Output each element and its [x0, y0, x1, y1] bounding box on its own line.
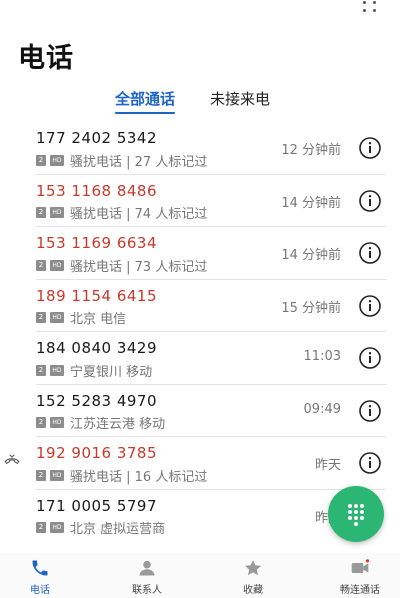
call-time: 12 分钟前 — [281, 143, 341, 158]
call-log-row[interactable]: 153 1168 8486 2 HD 骚扰电话 | 74 人标记过 14 分钟前 — [0, 175, 400, 227]
call-detail: 江苏连云港 移动 — [70, 417, 166, 432]
call-detail: 北京 虚拟运营商 — [70, 522, 166, 537]
nav-favorites[interactable]: 收藏 — [213, 553, 293, 598]
call-log-row[interactable]: 184 0840 3429 2 HD 宁夏银川 移动 11:03 — [0, 332, 400, 385]
call-log-row[interactable]: 189 1154 6415 2 HD 北京 电信 15 分钟前 — [0, 280, 400, 332]
call-time: 14 分钟前 — [281, 195, 341, 211]
hd-icon: HD — [50, 207, 64, 218]
call-time: 15 分钟前 — [281, 300, 341, 316]
call-detail: 骚扰电话 | 16 人标记过 — [70, 469, 208, 485]
phone-icon — [32, 560, 48, 576]
call-log-row[interactable]: 177 2402 5342 2 HD 骚扰电话 | 27 人标记过 12 分钟前 — [0, 122, 400, 175]
sim-card-icon: 2 — [36, 312, 46, 323]
tab-missed-calls[interactable]: 未接来电 — [210, 88, 270, 109]
video-call-icon — [351, 559, 370, 573]
call-subline: 2 HD 骚扰电话 | 16 人标记过 — [36, 467, 208, 485]
hd-icon: HD — [50, 312, 64, 323]
phone-number: 152 5283 4970 — [36, 391, 158, 410]
call-subline: 2 HD 江苏连云港 移动 — [36, 415, 166, 432]
info-icon[interactable] — [358, 294, 382, 318]
call-subline: 2 HD 骚扰电话 | 74 人标记过 — [36, 205, 208, 222]
nav-phone[interactable]: 电话 — [0, 553, 80, 598]
active-tab-indicator — [115, 112, 176, 114]
call-log-row[interactable]: 153 1169 6634 2 HD 骚扰电话 | 73 人标记过 14 分钟前 — [0, 227, 400, 280]
star-icon — [245, 560, 261, 576]
tab-all-calls[interactable]: 全部通话 — [115, 88, 176, 114]
hd-icon: HD — [50, 154, 64, 166]
call-detail: 骚扰电话 | 27 人标记过 — [70, 154, 208, 170]
call-tabs: 全部通话 未接来电 — [0, 88, 400, 118]
sim-card-icon: 2 — [36, 522, 46, 533]
nav-label: 电话 — [30, 585, 50, 596]
dialpad-icon — [348, 504, 364, 526]
tab-all-calls-label: 全部通话 — [115, 90, 176, 108]
info-icon[interactable] — [358, 241, 382, 265]
call-detail: 北京 电信 — [70, 312, 127, 327]
phone-number: 177 2402 5342 — [36, 129, 158, 147]
call-time: 11:03 — [303, 349, 341, 364]
phone-number: 192 9016 3785 — [36, 444, 158, 462]
sim-card-icon: 2 — [36, 469, 46, 481]
phone-number: 189 1154 6415 — [36, 286, 158, 305]
nav-video-call[interactable]: 畅连通话 — [320, 553, 400, 598]
sim-card-icon: 2 — [36, 417, 46, 428]
missed-call-icon — [4, 454, 20, 465]
nav-label: 畅连通话 — [340, 585, 380, 596]
call-time: 14 分钟前 — [281, 248, 341, 263]
hd-icon: HD — [50, 469, 64, 481]
call-subline: 2 HD 骚扰电话 | 27 人标记过 — [36, 152, 208, 170]
call-log-list: 177 2402 5342 2 HD 骚扰电话 | 27 人标记过 12 分钟前… — [0, 122, 400, 542]
sim-card-icon: 2 — [36, 259, 46, 271]
sim-card-icon: 2 — [36, 207, 46, 218]
info-icon[interactable] — [358, 399, 382, 423]
page-title: 电话 — [18, 43, 74, 74]
phone-number: 153 1169 6634 — [36, 234, 158, 252]
sim-card-icon: 2 — [36, 364, 46, 376]
call-subline: 2 HD 骚扰电话 | 73 人标记过 — [36, 257, 208, 275]
dialpad-button[interactable] — [328, 486, 384, 542]
phone-number: 171 0005 5797 — [36, 496, 158, 515]
more-options-icon[interactable] — [360, 0, 380, 14]
call-log-row[interactable]: 192 9016 3785 2 HD 骚扰电话 | 16 人标记过 昨天 — [0, 437, 400, 490]
hd-icon: HD — [50, 259, 64, 271]
hd-icon: HD — [50, 364, 64, 376]
bottom-navigation: 电话 联系人 收藏 畅连通话 — [0, 553, 400, 598]
info-icon[interactable] — [358, 451, 382, 475]
phone-number: 184 0840 3429 — [36, 339, 158, 357]
person-icon — [139, 560, 155, 576]
nav-contacts[interactable]: 联系人 — [107, 553, 187, 598]
tab-missed-calls-label: 未接来电 — [210, 90, 271, 108]
nav-label: 收藏 — [243, 585, 263, 596]
call-detail: 骚扰电话 | 74 人标记过 — [70, 207, 208, 222]
call-log-row[interactable]: 152 5283 4970 2 HD 江苏连云港 移动 09:49 — [0, 385, 400, 437]
call-time: 09:49 — [303, 401, 341, 417]
call-subline: 2 HD 北京 电信 — [36, 310, 127, 327]
call-subline: 2 HD 宁夏银川 移动 — [36, 362, 153, 380]
call-time: 昨天 — [314, 458, 341, 473]
info-icon[interactable] — [358, 189, 382, 213]
sim-card-icon: 2 — [36, 154, 46, 166]
phone-number: 153 1168 8486 — [36, 181, 158, 200]
info-icon[interactable] — [358, 346, 382, 370]
call-detail: 骚扰电话 | 73 人标记过 — [70, 259, 208, 275]
nav-label: 联系人 — [132, 585, 162, 596]
info-icon[interactable] — [358, 136, 382, 160]
call-detail: 宁夏银川 移动 — [70, 364, 153, 380]
hd-icon: HD — [50, 417, 64, 428]
call-subline: 2 HD 北京 虚拟运营商 — [36, 520, 166, 537]
hd-icon: HD — [50, 522, 64, 533]
